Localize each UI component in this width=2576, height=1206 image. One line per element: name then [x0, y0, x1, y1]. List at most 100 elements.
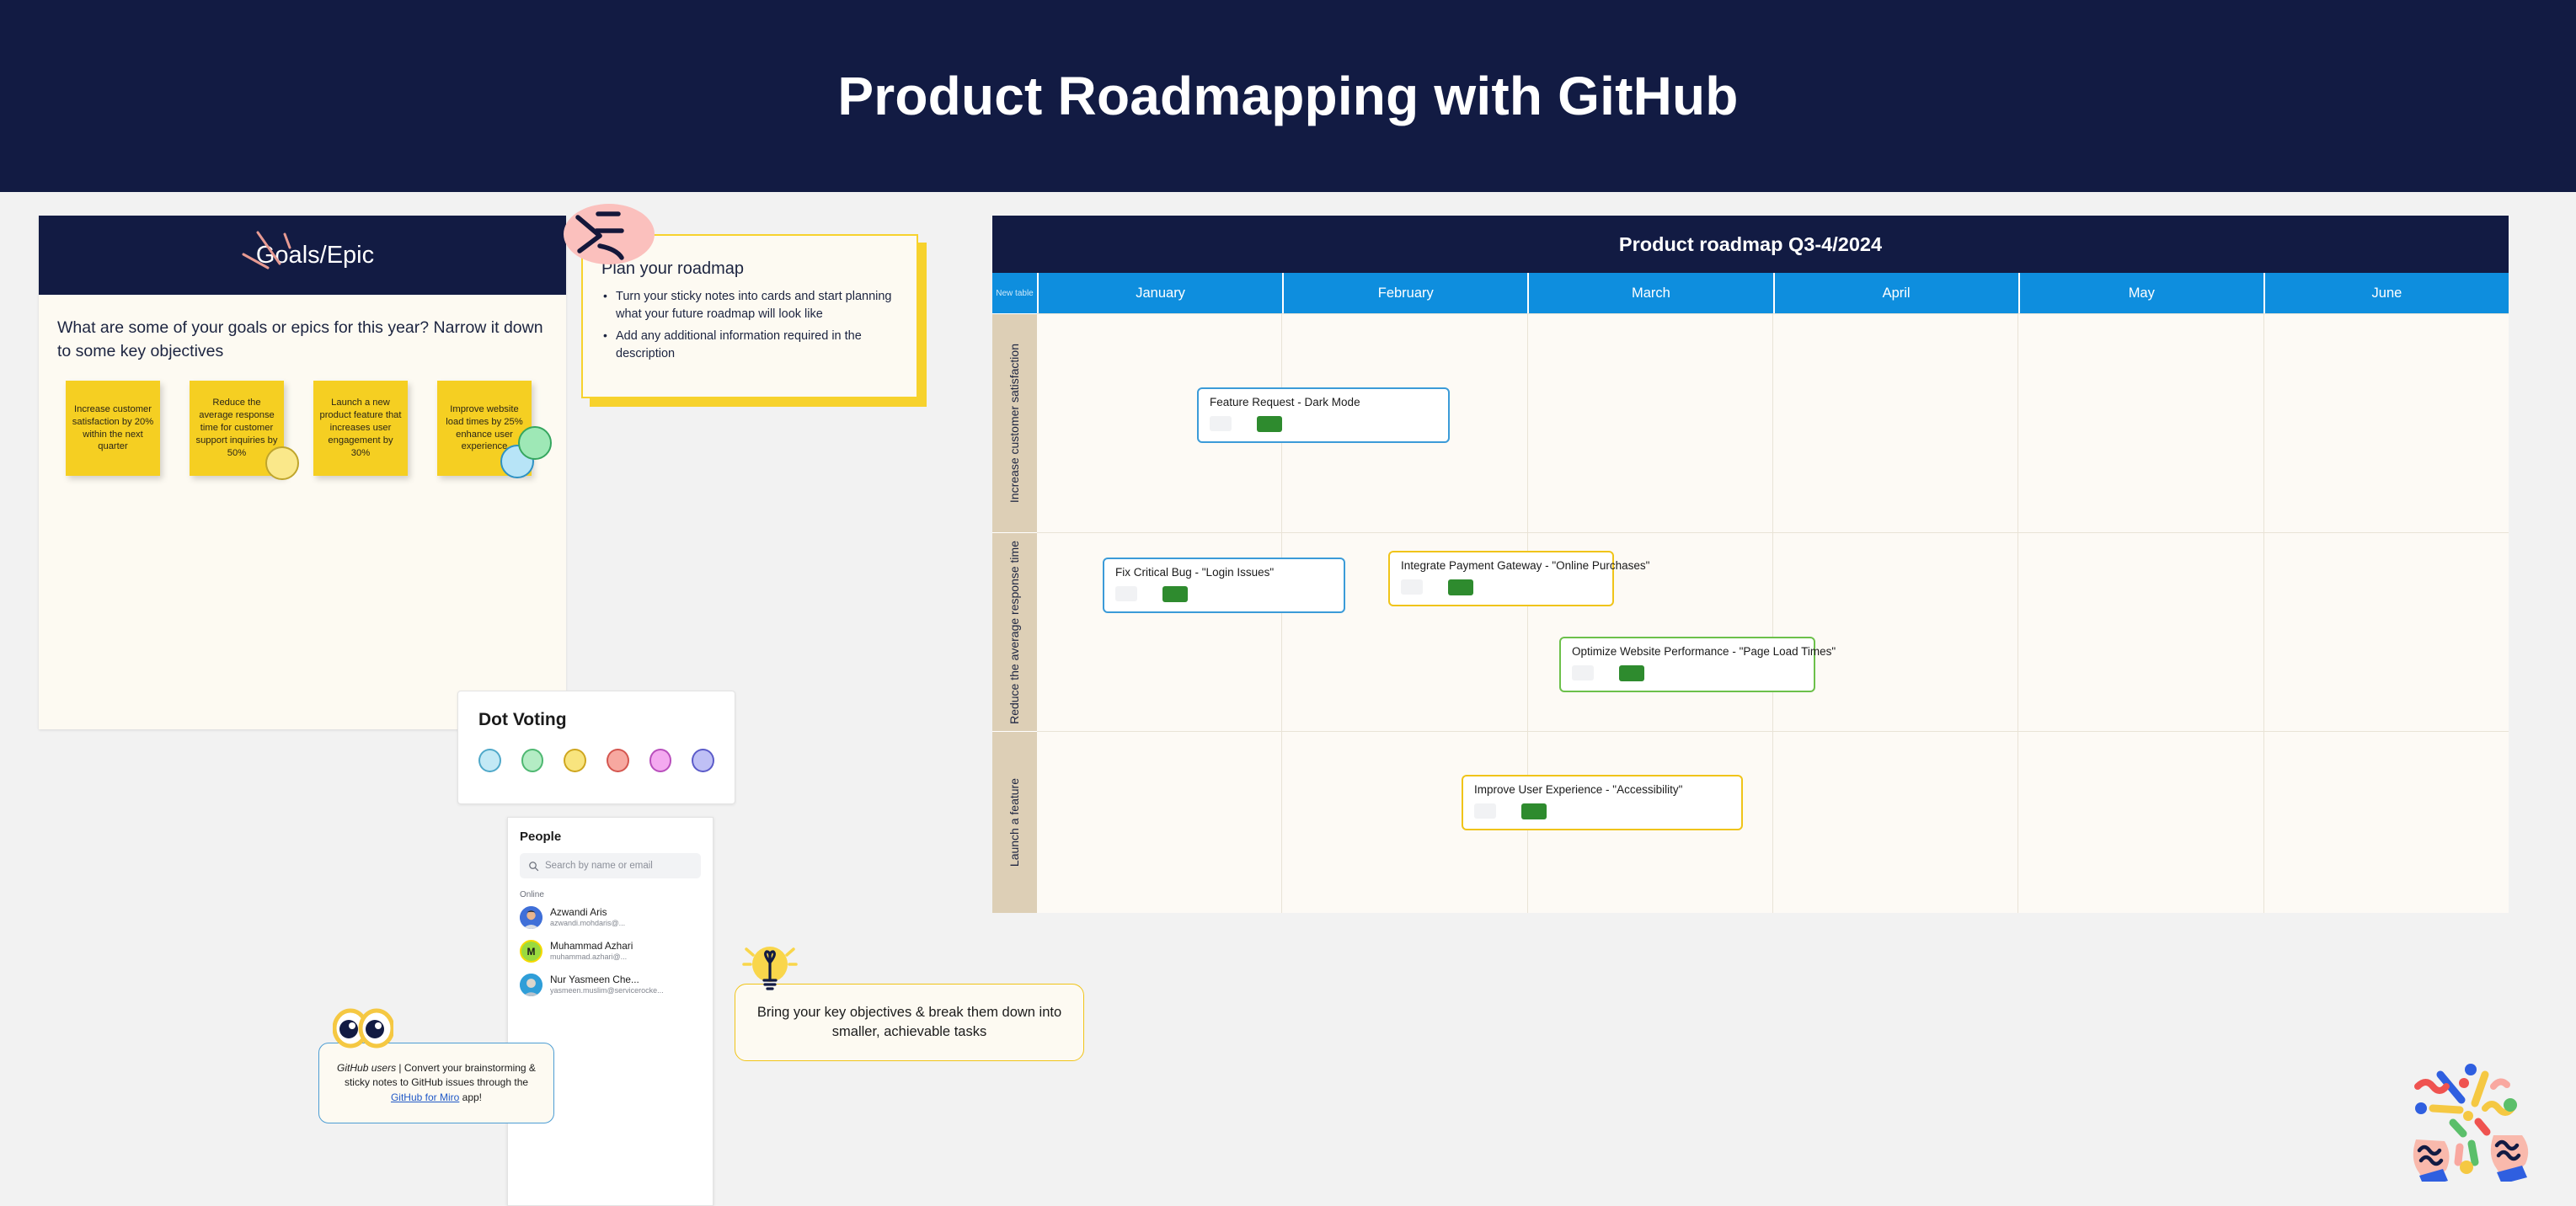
grid-cell[interactable]	[1772, 532, 2018, 731]
month-header-row: New table January February March April M…	[992, 273, 2509, 313]
grid-cell[interactable]	[1772, 731, 2018, 913]
row-cells: Feature Request - Dark Mode	[1037, 313, 2509, 532]
row-label-reduce-average-response-time[interactable]: Reduce the average response time	[992, 532, 1037, 731]
goals-epic-panel[interactable]: Goals/Epic What are some of your goals o…	[39, 216, 566, 729]
grid-cell[interactable]	[1772, 313, 2018, 532]
column-header-march[interactable]: March	[1527, 273, 1773, 313]
roadmap-card-feature-request-dark-mode[interactable]: Feature Request - Dark Mode	[1197, 387, 1450, 443]
card-chip-green[interactable]	[1162, 585, 1188, 602]
table-row: Increase customer satisfaction Feature R…	[992, 313, 2509, 532]
column-header-january[interactable]: January	[1037, 273, 1283, 313]
roadmap-card-title: Improve User Experience - "Accessibility…	[1474, 783, 1683, 796]
list-item[interactable]: M Muhammad Azhari muhammad.azhari@...	[520, 940, 701, 963]
roadmap-card-chips	[1572, 664, 1803, 681]
roadmap-card-title: Feature Request - Dark Mode	[1210, 396, 1360, 408]
placed-vote-dot-yellow[interactable]	[265, 446, 299, 480]
avatar-photo-icon	[520, 906, 542, 929]
person-name: Azwandi Aris	[550, 907, 607, 919]
roadmap-card-title: Optimize Website Performance - "Page Loa…	[1572, 645, 1836, 658]
dot-magenta[interactable]	[649, 749, 672, 772]
grid-cell[interactable]	[2018, 313, 2263, 532]
grid-cell[interactable]	[2263, 731, 2509, 913]
roadmap-card-optimize-website-performance[interactable]: Optimize Website Performance - "Page Loa…	[1559, 637, 1836, 692]
app-banner: Product Roadmapping with GitHub	[0, 0, 2576, 192]
row-label-launch-new-feature[interactable]: Launch a feature	[992, 731, 1037, 913]
placed-vote-dot-green[interactable]	[518, 426, 552, 460]
card-chip-green[interactable]	[1521, 803, 1547, 819]
grid-cell[interactable]	[2018, 731, 2263, 913]
dot-voting-card[interactable]: Dot Voting	[457, 691, 735, 804]
avatar	[520, 906, 542, 929]
roadmap-card-title: Integrate Payment Gateway - "Online Purc…	[1401, 559, 1650, 572]
month-label: January	[1136, 285, 1185, 301]
grid-cell[interactable]	[2263, 313, 2509, 532]
dot-yellow[interactable]	[564, 749, 587, 772]
roadmap-title-bar: Product roadmap Q3-4/2024	[992, 216, 2509, 273]
card-chip-green[interactable]	[1257, 415, 1282, 432]
dot-purple[interactable]	[692, 749, 715, 772]
board-canvas[interactable]: Goals/Epic What are some of your goals o…	[0, 192, 2576, 1206]
roadmap-title-text: Product roadmap Q3-4/2024	[1618, 232, 1883, 255]
sticky-note[interactable]: Increase customer satisfaction by 20% wi…	[66, 381, 160, 476]
card-chip-green[interactable]	[1619, 664, 1644, 681]
list-item[interactable]: Nur Yasmeen Che... yasmeen.muslim@servic…	[520, 974, 701, 996]
card-chip-gray[interactable]	[1401, 579, 1423, 595]
plan-bullet: Add any additional information required …	[601, 327, 898, 363]
column-header-may[interactable]: May	[2018, 273, 2263, 313]
goals-epic-prompt: What are some of your goals or epics for…	[57, 318, 543, 360]
roadmap-table[interactable]: Product roadmap Q3-4/2024 New table Janu…	[992, 216, 2509, 913]
month-label: May	[2128, 285, 2155, 301]
row-label-text: Launch a feature	[1007, 777, 1021, 867]
list-item[interactable]: Azwandi Aris azwandi.mohdaris@...	[520, 906, 701, 929]
avatar	[520, 974, 542, 996]
row-label-increase-customer-satisfaction[interactable]: Increase customer satisfaction	[992, 313, 1037, 532]
month-label: March	[1632, 285, 1670, 301]
roadmap-card-title: Fix Critical Bug - "Login Issues"	[1115, 566, 1275, 579]
plan-roadmap-card[interactable]: Plan your roadmap Turn your sticky notes…	[564, 204, 927, 407]
pointing-hand-icon	[564, 204, 655, 264]
dot-light-blue[interactable]	[478, 749, 501, 772]
new-table-label: New table	[996, 288, 1034, 298]
grid-cell[interactable]	[2263, 532, 2509, 731]
grid-cell[interactable]	[1526, 313, 1772, 532]
column-header-april[interactable]: April	[1772, 273, 2018, 313]
roadmap-card-integrate-payment-gateway[interactable]: Integrate Payment Gateway - "Online Purc…	[1388, 551, 1650, 606]
row-cells: Fix Critical Bug - "Login Issues" Integr…	[1037, 532, 2509, 731]
people-search-placeholder: Search by name or email	[545, 861, 653, 871]
roadmap-card-improve-user-experience[interactable]: Improve User Experience - "Accessibility…	[1462, 775, 1743, 830]
card-chip-gray[interactable]	[1210, 416, 1232, 432]
person-name: Muhammad Azhari	[550, 941, 633, 953]
card-chip-green[interactable]	[1448, 579, 1473, 595]
grid-cell[interactable]	[2018, 532, 2263, 731]
github-note-text: GitHub users | Convert your brainstormin…	[333, 1061, 540, 1106]
person-email: azwandi.mohdaris@...	[550, 918, 626, 927]
table-corner-cell[interactable]: New table	[992, 273, 1037, 313]
github-note-separator: |	[396, 1061, 404, 1074]
grid-cell[interactable]	[1037, 731, 1282, 913]
month-label: June	[2371, 285, 2402, 301]
row-label-text: Increase customer satisfaction	[1007, 343, 1021, 504]
person-name: Nur Yasmeen Che...	[550, 974, 639, 986]
dot-red[interactable]	[607, 749, 629, 772]
dot-green[interactable]	[521, 749, 544, 772]
card-chip-gray[interactable]	[1115, 586, 1137, 602]
person-email: muhammad.azhari@...	[550, 952, 628, 961]
github-users-note[interactable]: GitHub users | Convert your brainstormin…	[318, 1008, 554, 1123]
card-chip-gray[interactable]	[1474, 803, 1496, 819]
table-row: Reduce the average response time Fix Cri…	[992, 532, 2509, 731]
roadmap-grid[interactable]: New table January February March April M…	[992, 273, 2509, 913]
key-objectives-note[interactable]: Bring your key objectives & break them d…	[735, 947, 1084, 1061]
people-search-field[interactable]: Search by name or email	[520, 853, 701, 878]
people-panel[interactable]: People Search by name or email Online Az…	[507, 817, 713, 1206]
plan-card-bullets: Turn your sticky notes into cards and st…	[601, 287, 898, 363]
roadmap-card-fix-critical-bug[interactable]: Fix Critical Bug - "Login Issues"	[1103, 558, 1345, 613]
lightbulb-icon	[742, 947, 798, 990]
column-header-february[interactable]: February	[1282, 273, 1528, 313]
page-title: Product Roadmapping with GitHub	[837, 66, 1739, 126]
sticky-note[interactable]: Launch a new product feature that increa…	[313, 381, 408, 476]
person-meta: Muhammad Azhari muhammad.azhari@...	[550, 941, 633, 962]
celebration-confetti-icon	[2413, 1064, 2529, 1182]
card-chip-gray[interactable]	[1572, 665, 1594, 681]
roadmap-card-chips	[1210, 415, 1437, 432]
column-header-june[interactable]: June	[2263, 273, 2509, 313]
